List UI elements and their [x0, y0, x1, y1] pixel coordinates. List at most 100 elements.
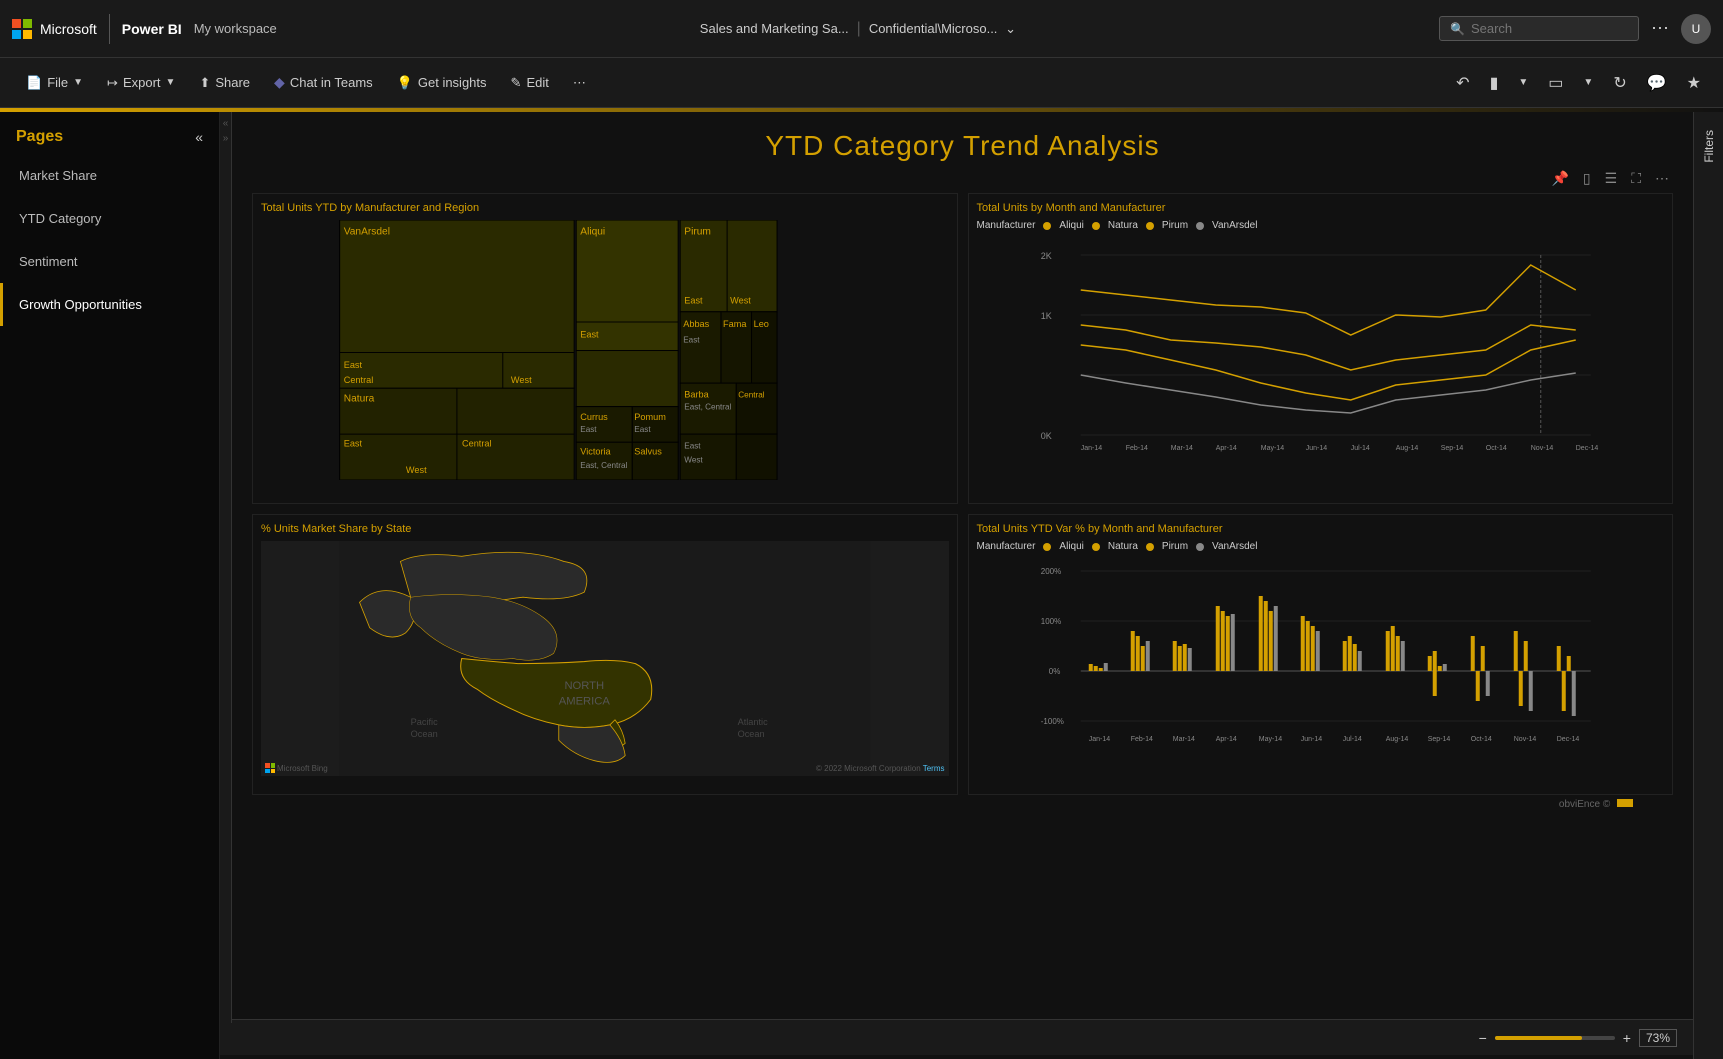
- svg-text:NORTH: NORTH: [564, 680, 604, 692]
- map-chart-box: % Units Market Share by State: [252, 514, 958, 795]
- viz-toolbar: 📌 ▯ ☰ ⛶ ⋯: [242, 168, 1683, 193]
- svg-text:AMERICA: AMERICA: [559, 695, 611, 707]
- toolbar-more[interactable]: ⋯: [563, 69, 596, 97]
- svg-text:Aug-14: Aug-14: [1385, 736, 1408, 743]
- svg-text:Sep-14: Sep-14: [1427, 736, 1450, 743]
- bar-chart-box: Total Units YTD Var % by Month and Manuf…: [968, 514, 1674, 795]
- export-icon: ↦: [107, 75, 118, 91]
- svg-text:Mar-14: Mar-14: [1172, 736, 1194, 743]
- workspace-label[interactable]: My workspace: [194, 21, 277, 36]
- file-button[interactable]: 📄 File ▼: [16, 69, 93, 97]
- sidebar-item-sentiment[interactable]: Sentiment: [0, 240, 219, 283]
- export-button[interactable]: ↦ Export ▼: [97, 69, 185, 97]
- zoom-slider[interactable]: [1495, 1036, 1615, 1040]
- legend-vanarsdel-dot: [1196, 222, 1204, 230]
- map-canvas[interactable]: NORTH AMERICA Pacific Ocean Atlantic Oce…: [261, 541, 949, 776]
- svg-text:May-14: May-14: [1260, 445, 1283, 452]
- bookmark-icon[interactable]: ▮: [1484, 69, 1505, 97]
- svg-text:Nov-14: Nov-14: [1530, 445, 1553, 452]
- charts-grid: Total Units YTD by Manufacturer and Regi…: [242, 193, 1683, 795]
- line-chart-area[interactable]: 2K 1K 0K Jan-14 Feb-14 Mar-14 Apr-14: [977, 235, 1665, 495]
- microsoft-logo[interactable]: Microsoft: [12, 19, 97, 39]
- bookmark-chevron[interactable]: ▼: [1512, 73, 1534, 92]
- edit-button[interactable]: ✎ Edit: [501, 69, 559, 97]
- refresh-icon[interactable]: ↻: [1607, 69, 1632, 97]
- line-chart-box: Total Units by Month and Manufacturer Ma…: [968, 193, 1674, 504]
- svg-text:East: East: [634, 425, 651, 434]
- svg-text:Ocean: Ocean: [411, 729, 438, 739]
- comment-icon[interactable]: 💬: [1641, 69, 1673, 97]
- credit: obviEnce ©: [242, 795, 1683, 810]
- rect-icon[interactable]: ▭: [1542, 69, 1569, 97]
- svg-text:200%: 200%: [1040, 567, 1060, 576]
- svg-text:May-14: May-14: [1258, 736, 1281, 743]
- svg-text:Fama: Fama: [723, 319, 747, 329]
- bar-chart-area[interactable]: 200% 100% 0% -100%: [977, 556, 1665, 786]
- pin-icon[interactable]: 📌: [1547, 168, 1572, 189]
- terms-link[interactable]: Terms: [923, 764, 945, 773]
- zoom-minus-button[interactable]: −: [1479, 1030, 1487, 1046]
- bar-legend-aliqui-dot: [1043, 543, 1051, 551]
- svg-text:0K: 0K: [1040, 431, 1051, 441]
- legend-aliqui: Aliqui: [1059, 220, 1083, 231]
- svg-text:Apr-14: Apr-14: [1215, 736, 1236, 743]
- search-input[interactable]: [1471, 21, 1621, 36]
- treemap-container[interactable]: VanArsdel East Central West Natura: [261, 220, 949, 480]
- svg-text:Barba: Barba: [684, 389, 709, 399]
- collapse-icon[interactable]: «: [195, 129, 203, 145]
- star-icon[interactable]: ★: [1681, 69, 1707, 97]
- bar-legend-vanarsdel-dot: [1196, 543, 1204, 551]
- expand-icon[interactable]: ⛶: [1627, 168, 1645, 189]
- bar-chart-title: Total Units YTD Var % by Month and Manuf…: [977, 523, 1665, 535]
- left-scroll-panel: « »: [220, 112, 232, 1023]
- svg-text:Natura: Natura: [344, 393, 375, 404]
- chat-button[interactable]: ◆ Chat in Teams: [264, 68, 383, 97]
- zoom-plus-button[interactable]: +: [1623, 1030, 1631, 1046]
- svg-text:Jun-14: Jun-14: [1300, 736, 1322, 743]
- sidebar-item-market-share[interactable]: Market Share: [0, 154, 219, 197]
- svg-text:East: East: [344, 438, 363, 448]
- svg-text:West: West: [684, 456, 703, 465]
- share-button[interactable]: ⬆ Share: [189, 69, 260, 97]
- sidebar-item-ytd-category[interactable]: YTD Category: [0, 197, 219, 240]
- page-title-area: YTD Category Trend Analysis: [242, 120, 1683, 168]
- filters-label[interactable]: Filters: [1702, 130, 1716, 163]
- svg-text:East: East: [580, 425, 597, 434]
- avatar[interactable]: U: [1681, 14, 1711, 44]
- svg-text:0%: 0%: [1048, 667, 1060, 676]
- line-chart-svg: 2K 1K 0K Jan-14 Feb-14 Mar-14 Apr-14: [977, 235, 1665, 455]
- bar-legend-vanarsdel: VanArsdel: [1212, 541, 1257, 552]
- svg-text:West: West: [730, 296, 751, 306]
- svg-text:East: East: [344, 360, 363, 370]
- ellipsis-icon[interactable]: ⋯: [1651, 168, 1673, 189]
- rect-chevron[interactable]: ▼: [1577, 73, 1599, 92]
- file-chevron: ▼: [73, 77, 83, 88]
- insights-button[interactable]: 💡 Get insights: [387, 69, 497, 97]
- search-box[interactable]: 🔍: [1439, 16, 1639, 41]
- microsoft-label: Microsoft: [40, 21, 97, 37]
- svg-text:West: West: [511, 375, 532, 385]
- svg-text:Apr-14: Apr-14: [1215, 445, 1236, 452]
- left-arrow-icon: «: [223, 118, 229, 129]
- edit-icon: ✎: [511, 75, 522, 91]
- filter-icon[interactable]: ☰: [1601, 168, 1622, 189]
- svg-text:Dec-14: Dec-14: [1556, 736, 1579, 743]
- svg-text:East, Central: East, Central: [684, 403, 731, 412]
- bottom-bar: − + 73%: [220, 1019, 1693, 1055]
- legend-natura-dot: [1092, 222, 1100, 230]
- bar-legend-pirum: Pirum: [1162, 541, 1188, 552]
- bar-legend-aliqui: Aliqui: [1059, 541, 1083, 552]
- more-options-icon[interactable]: ⋯: [1651, 18, 1669, 39]
- map-title: % Units Market Share by State: [261, 523, 949, 535]
- zoom-level[interactable]: 73%: [1639, 1029, 1677, 1047]
- header-separator: |: [857, 20, 861, 38]
- content-area: « » YTD Category Trend Analysis 📌 ▯ ☰ ⛶ …: [220, 112, 1723, 1059]
- copy-icon[interactable]: ▯: [1579, 168, 1595, 189]
- svg-text:2K: 2K: [1040, 251, 1051, 261]
- filters-panel[interactable]: Filters: [1693, 112, 1723, 1059]
- svg-text:Jun-14: Jun-14: [1305, 445, 1327, 452]
- sidebar-item-growth-opportunities[interactable]: Growth Opportunities: [0, 283, 219, 326]
- svg-text:Feb-14: Feb-14: [1130, 736, 1152, 743]
- legend-natura: Natura: [1108, 220, 1138, 231]
- undo-icon[interactable]: ↶: [1450, 69, 1475, 97]
